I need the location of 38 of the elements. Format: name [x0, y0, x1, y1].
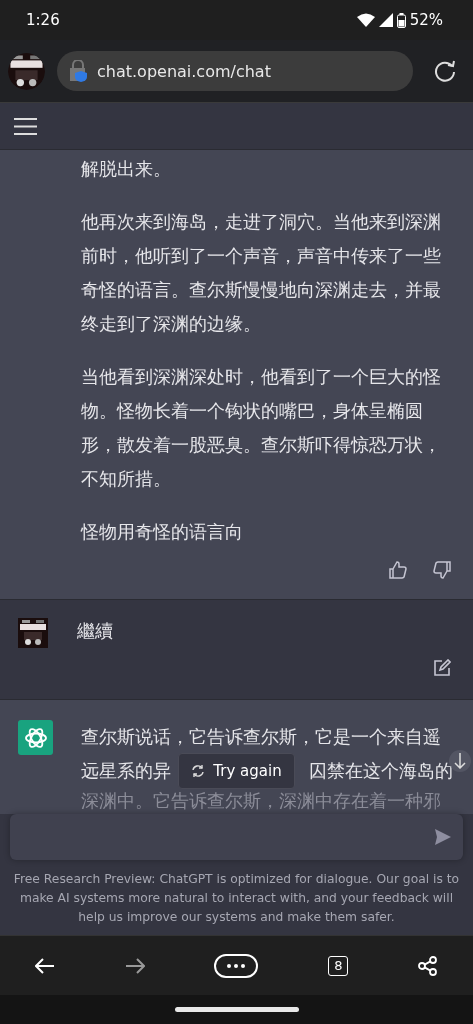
message-text: 囚禁在这个海岛的	[309, 759, 453, 783]
send-icon[interactable]	[435, 829, 451, 845]
share-button[interactable]	[418, 955, 439, 976]
message-text: 繼續	[77, 619, 114, 643]
more-icon	[227, 963, 246, 968]
thumbs-up-icon[interactable]	[389, 561, 407, 579]
try-again-button[interactable]: Try again	[178, 753, 295, 789]
forward-button[interactable]	[124, 957, 145, 974]
disclaimer-text: Free Research Preview: ChatGPT is optimized for dialogue. Our goal is to make AI systems more natural to interact with, and your feedback will help us improve our systems and make them safer.	[12, 871, 461, 926]
menu-button[interactable]	[14, 117, 37, 135]
more-button[interactable]	[214, 953, 259, 978]
tab-count-button[interactable]: 8	[328, 955, 349, 976]
down-arrow-icon	[454, 753, 466, 769]
share-icon	[418, 955, 439, 976]
message-input[interactable]	[10, 814, 463, 860]
back-arrow-icon	[34, 957, 55, 974]
signal-icon	[378, 13, 393, 27]
thumbs-down-icon[interactable]	[433, 561, 451, 579]
wifi-icon	[356, 13, 375, 27]
reload-icon	[434, 60, 456, 82]
edit-icon[interactable]	[433, 659, 451, 677]
menu-icon	[14, 117, 37, 135]
url-text: chat.openai.com/chat	[97, 61, 271, 81]
message-text: 当他看到深渊深处时，他看到了一个巨大的怪物。怪物长着一个钩状的嘴巴，身体呈椭圆形，散发着一股恶臭。查尔斯吓得惊恐万状，不知所措。	[81, 365, 442, 491]
message-text: 查尔斯说话，它告诉查尔斯，它是一个来自遥	[81, 725, 441, 749]
message-text: 他再次来到海岛，走进了洞穴。当他来到深渊前时，他听到了一个声音，声音中传来了一些奇怪的语言。查尔斯慢慢地向深渊走去，并最终走到了深渊的边缘。	[81, 210, 442, 336]
battery-percentage: 52%	[409, 11, 443, 29]
back-button[interactable]	[34, 957, 55, 974]
refresh-icon	[191, 764, 206, 778]
message-text: 解脱出来。	[81, 157, 172, 181]
forward-arrow-icon	[124, 957, 145, 974]
status-time: 1:26	[26, 11, 60, 29]
battery-icon	[396, 12, 406, 28]
message-text: 怪物用奇怪的语言向	[81, 520, 244, 544]
address-bar[interactable]: chat.openai.com/chat	[57, 51, 413, 91]
message-text: 远星系的异	[81, 759, 171, 783]
lock-icon	[69, 60, 89, 82]
profile-avatar[interactable]	[8, 52, 45, 90]
